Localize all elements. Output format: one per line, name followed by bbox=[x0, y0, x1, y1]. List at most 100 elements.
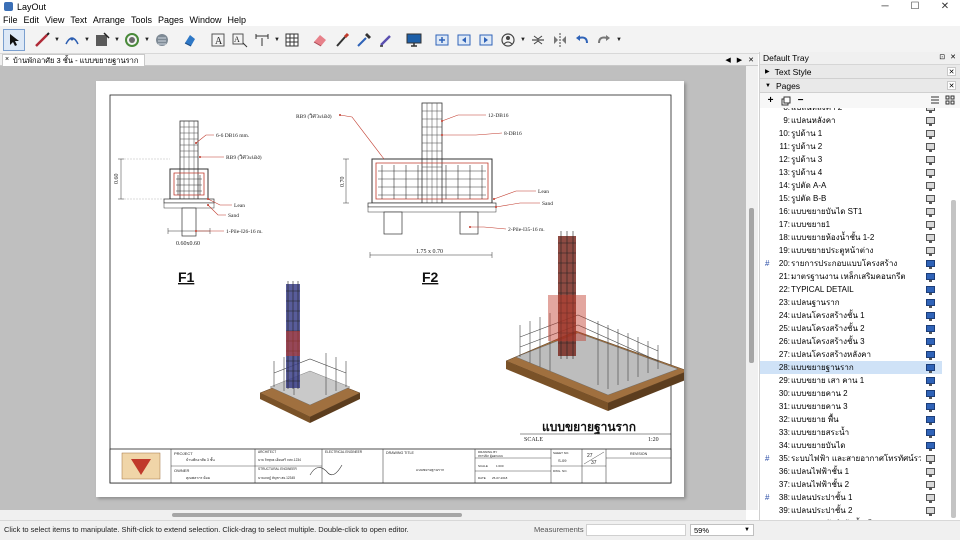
pages-list[interactable]: 8:แปลนหลังคา 29:แปลนหลังคา10:รูปด้าน 111… bbox=[760, 108, 960, 520]
zoom-select[interactable]: 59% ▼ bbox=[690, 524, 754, 536]
page-list-item[interactable]: 10: รูปด้าน 1 bbox=[760, 127, 942, 140]
presentation-icon[interactable] bbox=[926, 143, 935, 152]
dimension-tool-icon[interactable] bbox=[251, 29, 273, 51]
page-list-item[interactable]: 13: รูปด้าน 4 bbox=[760, 166, 942, 179]
page-list-item[interactable]: 23: แปลนฐานราก bbox=[760, 296, 942, 309]
page-list-item[interactable]: #35: ระบบไฟฟ้า และสายอากาศโทรทัศน์รวม bbox=[760, 452, 942, 465]
table-tool-icon[interactable] bbox=[281, 29, 303, 51]
menu-help[interactable]: Help bbox=[225, 15, 250, 25]
scrapbook-icon[interactable] bbox=[497, 29, 519, 51]
panel-pages[interactable]: ▼ Pages ✕ bbox=[760, 79, 960, 93]
duplicate-page-icon[interactable] bbox=[780, 95, 791, 106]
delete-page-minus-icon[interactable]: − bbox=[795, 95, 806, 106]
sketchup-tool-icon[interactable] bbox=[179, 29, 201, 51]
tray-close-icon[interactable]: ✕ bbox=[950, 53, 956, 61]
page-list-item[interactable]: 24: แปลนโครงสร้างชั้น 1 bbox=[760, 309, 942, 322]
presentation-icon[interactable] bbox=[926, 429, 935, 438]
page-list-item[interactable]: 11: รูปด้าน 2 bbox=[760, 140, 942, 153]
page-list-item[interactable]: 16: แบบขยายบันได ST1 bbox=[760, 205, 942, 218]
page-list-item[interactable]: 19: แบบขยายประตูหน้าต่าง bbox=[760, 244, 942, 257]
list-view-icon[interactable] bbox=[930, 95, 940, 107]
shape-tool-dropdown-icon[interactable]: ▼ bbox=[113, 29, 121, 51]
measurements-input[interactable] bbox=[586, 524, 686, 536]
document-tab[interactable]: × บ้านพักอาศัย 3 ชั้น - แบบขยายฐานราก bbox=[2, 54, 146, 66]
presentation-icon[interactable] bbox=[926, 221, 935, 230]
page-list-item[interactable]: #20: รายการประกอบแบบโครงสร้าง bbox=[760, 257, 942, 270]
presentation-icon[interactable] bbox=[926, 312, 935, 321]
page-list-item[interactable]: 17: แบบขยาย1 bbox=[760, 218, 942, 231]
canvas-area[interactable]: 6-6 DB16 mm. RB9 (วิศวะเอง) Lean Sand 1-… bbox=[0, 66, 746, 510]
page-list-item[interactable]: 39: แปลนประปาชั้น 2 bbox=[760, 504, 942, 517]
presentation-icon[interactable] bbox=[926, 108, 935, 113]
tabs-left-arrow-icon[interactable]: ◀ bbox=[725, 56, 730, 64]
previous-page-icon[interactable] bbox=[453, 29, 475, 51]
presentation-icon[interactable] bbox=[926, 455, 935, 464]
next-page-icon[interactable] bbox=[475, 29, 497, 51]
canvas-vertical-scroll-thumb[interactable] bbox=[749, 208, 754, 363]
page-list-item[interactable]: 34: แบบขยายบันได bbox=[760, 439, 942, 452]
arc-tool-dropdown-icon[interactable]: ▼ bbox=[83, 29, 91, 51]
presentation-icon[interactable] bbox=[926, 195, 935, 204]
tabs-close-icon[interactable]: ✕ bbox=[748, 56, 754, 64]
presentation-icon[interactable] bbox=[926, 234, 935, 243]
canvas-horizontal-scroll-thumb[interactable] bbox=[172, 513, 462, 517]
panel-close-icon[interactable]: ✕ bbox=[947, 67, 956, 76]
presentation-icon[interactable] bbox=[926, 416, 935, 425]
menu-edit[interactable]: Edit bbox=[21, 15, 43, 25]
panel-text-style[interactable]: ▶ Text Style ✕ bbox=[760, 65, 960, 79]
pages-list-scroll-thumb[interactable] bbox=[951, 200, 956, 518]
select-tool-icon[interactable] bbox=[3, 28, 25, 51]
flip-icon[interactable] bbox=[549, 29, 571, 51]
menu-tools[interactable]: Tools bbox=[128, 15, 155, 25]
presentation-icon[interactable] bbox=[926, 117, 935, 126]
page-list-item[interactable]: 21: มาตรฐานงาน เหล็กเสริมคอนกรีต bbox=[760, 270, 942, 283]
label-tool-icon[interactable]: A bbox=[229, 29, 251, 51]
scrapbook-dropdown-icon[interactable]: ▼ bbox=[519, 29, 527, 51]
menu-view[interactable]: View bbox=[42, 15, 67, 25]
presentation-icon[interactable] bbox=[926, 468, 935, 477]
canvas-vertical-scrollbar[interactable] bbox=[746, 66, 758, 510]
presentation-icon[interactable] bbox=[926, 481, 935, 490]
page-list-item[interactable]: 37: แปลนไฟฟ้าชั้น 2 bbox=[760, 478, 942, 491]
eraser-tool-icon[interactable] bbox=[309, 29, 331, 51]
offset-tool-dropdown-icon[interactable]: ▼ bbox=[143, 29, 151, 51]
page-list-item[interactable]: 26: แปลนโครงสร้างชั้น 3 bbox=[760, 335, 942, 348]
tabs-right-arrow-icon[interactable]: ▶ bbox=[737, 56, 742, 64]
presentation-icon[interactable] bbox=[926, 156, 935, 165]
page-list-item[interactable]: #38: แปลนประปาชั้น 1 bbox=[760, 491, 942, 504]
style-tool-icon[interactable] bbox=[331, 29, 353, 51]
undo-icon[interactable] bbox=[571, 29, 593, 51]
tab-close-icon[interactable]: × bbox=[5, 56, 9, 63]
line-tool-dropdown-icon[interactable]: ▼ bbox=[53, 29, 61, 51]
add-page-icon[interactable] bbox=[431, 29, 453, 51]
document-page[interactable]: 6-6 DB16 mm. RB9 (วิศวะเอง) Lean Sand 1-… bbox=[96, 81, 684, 497]
scale-icon[interactable] bbox=[527, 29, 549, 51]
presentation-icon[interactable] bbox=[926, 442, 935, 451]
dimension-tool-dropdown-icon[interactable]: ▼ bbox=[273, 29, 281, 51]
canvas-horizontal-scrollbar[interactable] bbox=[0, 510, 746, 520]
presentation-icon[interactable] bbox=[926, 247, 935, 256]
maximize-button[interactable]: ☐ bbox=[900, 0, 930, 13]
presentation-icon[interactable] bbox=[926, 208, 935, 217]
add-page-plus-icon[interactable]: + bbox=[765, 95, 776, 106]
page-list-item[interactable]: 22: TYPICAL DETAIL bbox=[760, 283, 942, 296]
page-list-item[interactable]: 27: แปลนโครงสร้างหลังคา bbox=[760, 348, 942, 361]
presentation-icon[interactable] bbox=[926, 182, 935, 191]
menu-file[interactable]: File bbox=[0, 15, 21, 25]
presentation-icon[interactable] bbox=[926, 351, 935, 360]
sample-tool-icon[interactable] bbox=[353, 29, 375, 51]
presentation-icon[interactable] bbox=[926, 299, 935, 308]
menu-text[interactable]: Text bbox=[67, 15, 90, 25]
menu-pages[interactable]: Pages bbox=[155, 15, 187, 25]
page-list-item[interactable]: 36: แปลนไฟฟ้าชั้น 1 bbox=[760, 465, 942, 478]
page-list-item[interactable]: 32: แบบขยาย พื้น bbox=[760, 413, 942, 426]
presentation-icon[interactable] bbox=[926, 377, 935, 386]
line-tool-icon[interactable] bbox=[31, 29, 53, 51]
presentation-icon[interactable] bbox=[926, 260, 935, 269]
presentation-icon[interactable] bbox=[926, 494, 935, 503]
page-list-item[interactable]: 18: แบบขยายห้องน้ำชั้น 1-2 bbox=[760, 231, 942, 244]
presentation-icon[interactable] bbox=[926, 507, 935, 516]
page-list-item[interactable]: 30: แบบขยายคาน 2 bbox=[760, 387, 942, 400]
split-tool-icon[interactable] bbox=[375, 29, 397, 51]
page-list-item[interactable]: 29: แบบขยาย เสา คาน 1 bbox=[760, 374, 942, 387]
